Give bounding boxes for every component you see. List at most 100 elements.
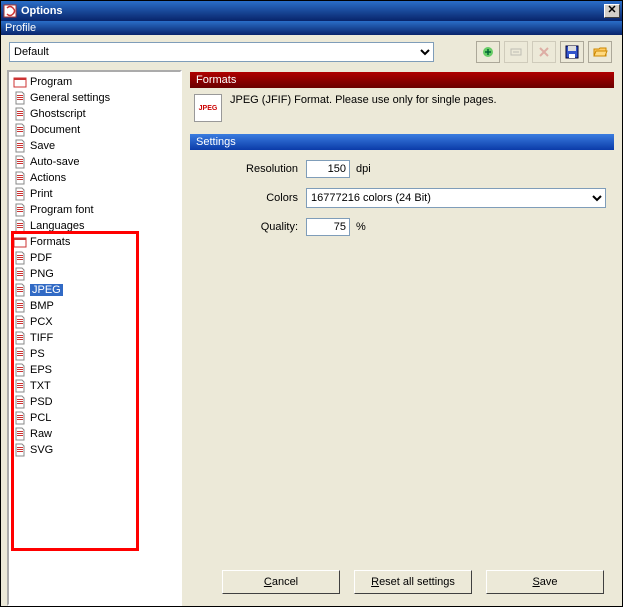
document-icon xyxy=(13,171,27,185)
profile-toolbar-buttons xyxy=(476,41,612,63)
tree-group-program[interactable]: Program xyxy=(11,74,180,90)
profile-section-label: Profile xyxy=(1,21,622,35)
tree-item-ghostscript[interactable]: Ghostscript xyxy=(11,106,180,122)
tree-item-actions[interactable]: Actions xyxy=(11,170,180,186)
tree-label: PSD xyxy=(30,396,53,408)
document-icon xyxy=(13,443,27,457)
document-icon xyxy=(13,299,27,313)
tree-item-svg[interactable]: SVG xyxy=(11,442,180,458)
tree-item-bmp[interactable]: BMP xyxy=(11,298,180,314)
profile-open-button[interactable] xyxy=(588,41,612,63)
tree-item-pdf[interactable]: PDF xyxy=(11,250,180,266)
document-icon xyxy=(13,411,27,425)
tree-label: Formats xyxy=(30,236,70,248)
tree-label: Save xyxy=(30,140,55,152)
tree-label: BMP xyxy=(30,300,54,312)
colors-row: Colors 16777216 colors (24 Bit) xyxy=(198,188,606,208)
document-icon xyxy=(13,315,27,329)
document-icon xyxy=(13,123,27,137)
tree-group-formats[interactable]: Formats xyxy=(11,234,180,250)
tree-item-auto-save[interactable]: Auto-save xyxy=(11,154,180,170)
format-description-text: JPEG (JFIF) Format. Please use only for … xyxy=(230,94,497,106)
tree-item-document[interactable]: Document xyxy=(11,122,180,138)
tree-item-general-settings[interactable]: General settings xyxy=(11,90,180,106)
colors-dropdown[interactable]: 16777216 colors (24 Bit) xyxy=(306,188,606,208)
profile-add-button[interactable] xyxy=(476,41,500,63)
tree-label: Ghostscript xyxy=(30,108,86,120)
folder-icon xyxy=(13,235,27,249)
quality-label: Quality: xyxy=(198,221,298,233)
document-icon xyxy=(13,219,27,233)
document-icon xyxy=(13,187,27,201)
tree-item-pcl[interactable]: PCL xyxy=(11,410,180,426)
document-icon xyxy=(13,363,27,377)
colors-label: Colors xyxy=(198,192,298,204)
settings-header: Settings xyxy=(190,134,614,150)
tree-item-tiff[interactable]: TIFF xyxy=(11,330,180,346)
tree-item-save[interactable]: Save xyxy=(11,138,180,154)
tree-label: JPEG xyxy=(30,284,63,296)
document-icon xyxy=(13,283,27,297)
tree-item-ps[interactable]: PS xyxy=(11,346,180,362)
window-title: Options xyxy=(21,5,604,17)
folder-icon xyxy=(13,75,27,89)
tree-label: SVG xyxy=(30,444,53,456)
cancel-button[interactable]: Cancel xyxy=(222,570,340,594)
tree-item-raw[interactable]: Raw xyxy=(11,426,180,442)
tree-label: TXT xyxy=(30,380,51,392)
resolution-row: Resolution dpi xyxy=(198,160,606,178)
tree-label: PNG xyxy=(30,268,54,280)
document-icon xyxy=(13,331,27,345)
profile-dropdown[interactable]: Default xyxy=(9,42,434,62)
tree-item-program-font[interactable]: Program font xyxy=(11,202,180,218)
tree-item-txt[interactable]: TXT xyxy=(11,378,180,394)
tree-label: Program font xyxy=(30,204,94,216)
tree-item-print[interactable]: Print xyxy=(11,186,180,202)
quality-unit: % xyxy=(356,221,366,233)
tree-label: Print xyxy=(30,188,53,200)
document-icon xyxy=(13,379,27,393)
tree-label: EPS xyxy=(30,364,52,376)
resolution-unit: dpi xyxy=(356,163,371,175)
tree-item-eps[interactable]: EPS xyxy=(11,362,180,378)
tree-label: PCX xyxy=(30,316,53,328)
titlebar: Options ✕ xyxy=(1,1,622,21)
jpeg-format-icon: JPEG xyxy=(194,94,222,122)
tree-item-png[interactable]: PNG xyxy=(11,266,180,282)
window-close-button[interactable]: ✕ xyxy=(604,4,620,18)
options-dialog: Options ✕ Profile Default xyxy=(0,0,623,607)
profile-save-button[interactable] xyxy=(560,41,584,63)
document-icon xyxy=(13,395,27,409)
dialog-footer: Cancel Reset all settings Save xyxy=(190,560,614,606)
document-icon xyxy=(13,91,27,105)
tree-item-languages[interactable]: Languages xyxy=(11,218,180,234)
right-pane: Formats JPEG JPEG (JFIF) Format. Please … xyxy=(182,70,622,606)
tree-item-pcx[interactable]: PCX xyxy=(11,314,180,330)
tree-label: PS xyxy=(30,348,45,360)
tree-label: Auto-save xyxy=(30,156,80,168)
main-content: Program General settings Ghostscript Docume… xyxy=(1,70,622,606)
document-icon xyxy=(13,347,27,361)
save-button[interactable]: Save xyxy=(486,570,604,594)
tree-label: PCL xyxy=(30,412,51,424)
document-icon xyxy=(13,155,27,169)
tree-label: General settings xyxy=(30,92,110,104)
tree-item-jpeg[interactable]: JPEG xyxy=(11,282,180,298)
profile-delete-button xyxy=(532,41,556,63)
resolution-input[interactable] xyxy=(306,160,350,178)
document-icon xyxy=(13,107,27,121)
tree-label: Actions xyxy=(30,172,66,184)
tree-label: PDF xyxy=(30,252,52,264)
format-description-row: JPEG JPEG (JFIF) Format. Please use only… xyxy=(190,88,614,134)
quality-input[interactable] xyxy=(306,218,350,236)
tree-label: Program xyxy=(30,76,72,88)
document-icon xyxy=(13,267,27,281)
tree-item-psd[interactable]: PSD xyxy=(11,394,180,410)
profile-select-wrap: Default xyxy=(9,42,434,62)
reset-button[interactable]: Reset all settings xyxy=(354,570,472,594)
app-icon xyxy=(3,4,17,18)
nav-tree[interactable]: Program General settings Ghostscript Docume… xyxy=(7,70,182,606)
profile-rename-button xyxy=(504,41,528,63)
tree-label: Raw xyxy=(30,428,52,440)
document-icon xyxy=(13,203,27,217)
